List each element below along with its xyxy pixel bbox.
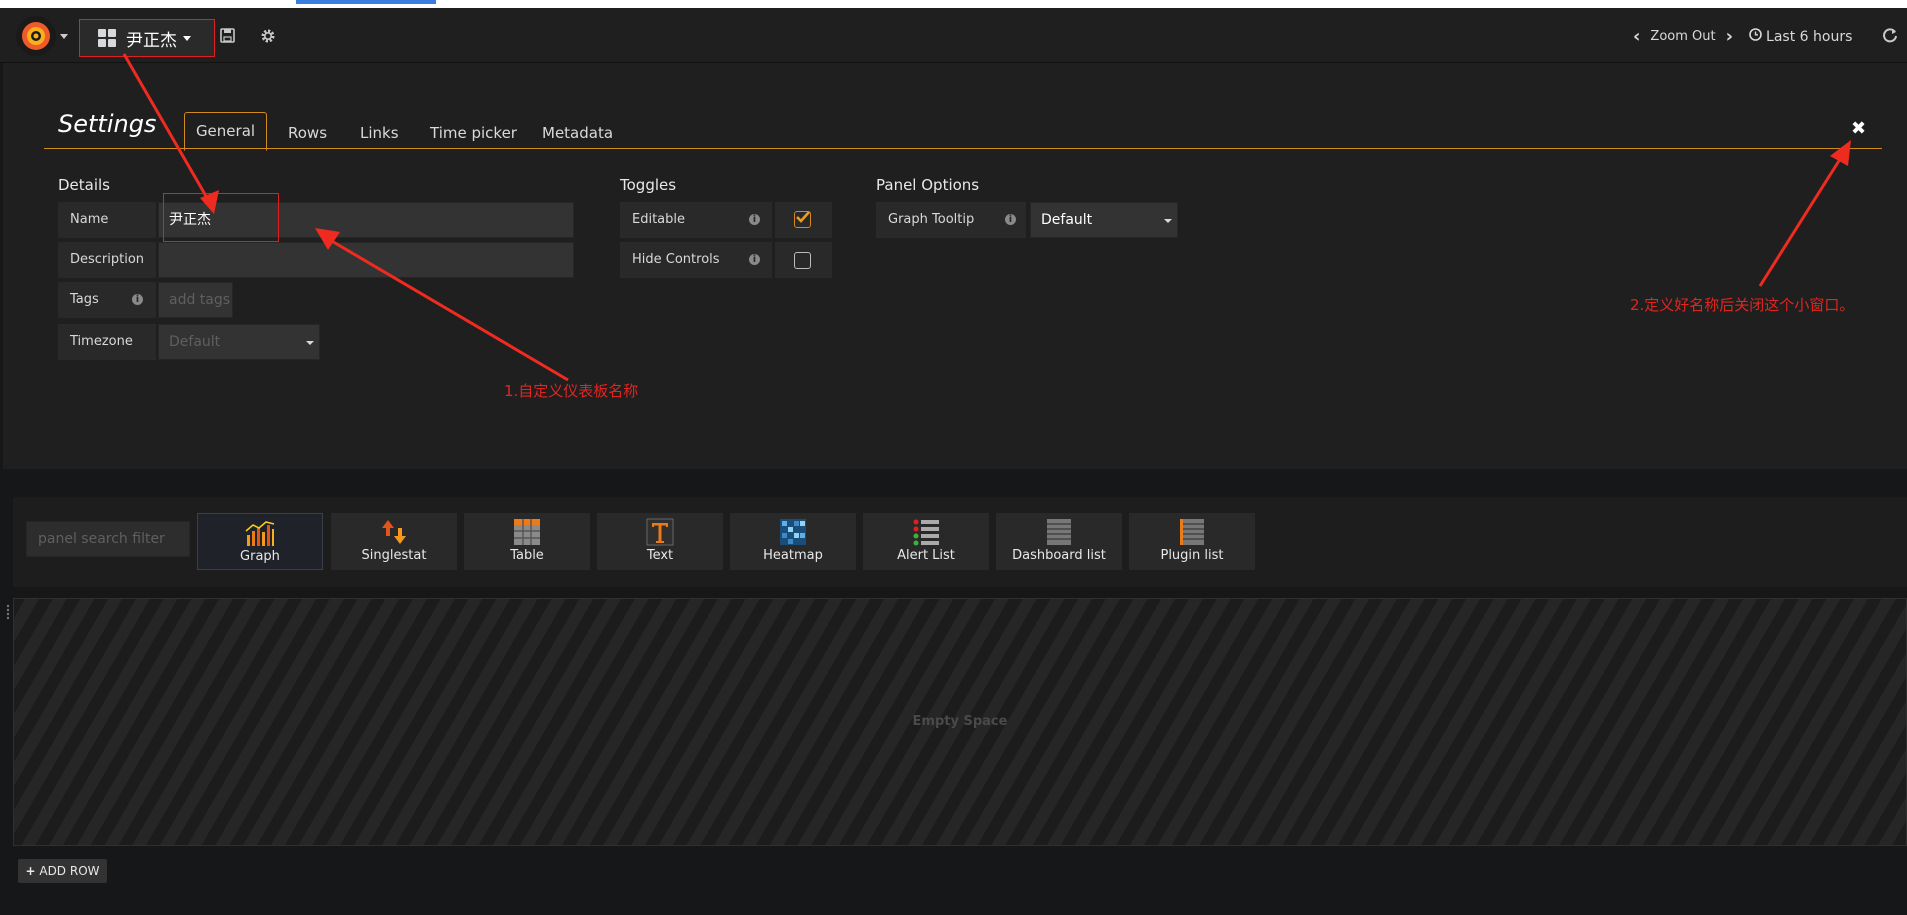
panel-type-table[interactable]: Table bbox=[464, 513, 590, 570]
chevron-down-icon bbox=[183, 35, 191, 41]
tab-time-picker[interactable]: Time picker bbox=[430, 118, 517, 148]
panel-label: Plugin list bbox=[1160, 548, 1224, 563]
tab-metadata[interactable]: Metadata bbox=[542, 118, 613, 148]
text-icon bbox=[645, 518, 675, 546]
dashboard-title-button[interactable]: 尹正杰 bbox=[79, 19, 215, 57]
panel-type-singlestat[interactable]: Singlestat bbox=[331, 513, 457, 570]
panel-label: Graph bbox=[240, 549, 280, 564]
name-highlight-box bbox=[163, 193, 279, 242]
panel-label: Dashboard list bbox=[1012, 548, 1106, 563]
plus-icon: + bbox=[25, 864, 36, 878]
logo-menu-caret[interactable] bbox=[60, 34, 68, 39]
panel-options-heading: Panel Options bbox=[876, 176, 980, 194]
dashboard-title: 尹正杰 bbox=[126, 30, 177, 51]
singlestat-icon bbox=[379, 518, 409, 546]
panel-label: Text bbox=[646, 548, 674, 563]
plugin-list-icon bbox=[1177, 518, 1207, 546]
panel-type-plugin-list[interactable]: Plugin list bbox=[1129, 513, 1255, 570]
time-controls: ‹ Zoom Out › Last 6 hours bbox=[1633, 26, 1852, 47]
dashboard-grid-icon bbox=[98, 29, 116, 47]
panel-label: Singlestat bbox=[361, 548, 427, 563]
description-label: Description bbox=[58, 242, 156, 278]
empty-space-label: Empty Space bbox=[912, 714, 1008, 729]
gear-icon[interactable] bbox=[260, 28, 276, 48]
editable-checkbox[interactable] bbox=[794, 211, 811, 228]
tab-links[interactable]: Links bbox=[360, 118, 399, 148]
hide-controls-checkbox[interactable] bbox=[794, 252, 811, 269]
info-icon: i bbox=[132, 294, 143, 305]
alert-list-icon bbox=[911, 518, 941, 546]
top-navbar: 尹正杰 ‹ Zoom Out › Last 6 hours bbox=[0, 8, 1907, 63]
heatmap-icon bbox=[778, 518, 808, 546]
graph-tooltip-label: Graph Tooltip bbox=[876, 202, 1026, 238]
toggles-heading: Toggles bbox=[620, 176, 677, 194]
name-label: Name bbox=[58, 202, 156, 238]
panel-type-heatmap[interactable]: Heatmap bbox=[730, 513, 856, 570]
panel-type-text[interactable]: Text bbox=[597, 513, 723, 570]
settings-title: Settings bbox=[58, 110, 157, 138]
zoom-out-button[interactable]: Zoom Out bbox=[1650, 29, 1715, 44]
info-icon: i bbox=[749, 254, 760, 265]
timezone-label: Timezone bbox=[58, 324, 156, 360]
annotation-note-2: 2.定义好名称后关闭这个小窗口。 bbox=[1630, 296, 1855, 314]
refresh-icon[interactable] bbox=[1882, 27, 1898, 47]
timezone-select[interactable]: Default bbox=[158, 324, 320, 360]
close-icon[interactable]: ✖ bbox=[1851, 118, 1866, 139]
graph-icon bbox=[245, 519, 275, 547]
description-input[interactable] bbox=[158, 242, 574, 278]
add-row-label: ADD ROW bbox=[39, 864, 100, 878]
graph-tooltip-select[interactable]: Default bbox=[1030, 202, 1178, 238]
panel-type-graph[interactable]: Graph bbox=[197, 513, 323, 570]
chevron-left-icon[interactable]: ‹ bbox=[1633, 26, 1640, 47]
add-row-button[interactable]: + ADD ROW bbox=[18, 859, 107, 883]
info-icon: i bbox=[1005, 214, 1016, 225]
panel-label: Heatmap bbox=[763, 548, 823, 563]
tab-general[interactable]: General bbox=[184, 112, 267, 151]
tab-rows[interactable]: Rows bbox=[288, 118, 327, 148]
annotation-note-1: 1.自定义仪表板名称 bbox=[504, 382, 639, 400]
table-icon bbox=[512, 518, 542, 546]
row-drag-handle[interactable] bbox=[6, 604, 10, 620]
browser-tab-indicator bbox=[296, 0, 436, 4]
details-heading: Details bbox=[58, 176, 111, 194]
panel-type-dashboard-list[interactable]: Dashboard list bbox=[996, 513, 1122, 570]
clock-icon bbox=[1749, 28, 1762, 45]
tags-input[interactable]: add tags bbox=[158, 282, 233, 318]
tags-label-text: Tags bbox=[70, 292, 99, 307]
chevron-down-icon bbox=[1164, 219, 1172, 223]
browser-top-strip bbox=[0, 0, 1907, 8]
chevron-right-icon[interactable]: › bbox=[1726, 26, 1733, 47]
panel-label: Alert List bbox=[897, 548, 955, 563]
time-range-picker[interactable]: Last 6 hours bbox=[1766, 29, 1852, 45]
empty-space-panel: Empty Space bbox=[13, 598, 1907, 846]
info-icon: i bbox=[749, 214, 760, 225]
panel-label: Table bbox=[510, 548, 544, 563]
grafana-logo-icon[interactable] bbox=[16, 16, 56, 56]
dashboard-list-icon bbox=[1044, 518, 1074, 546]
chevron-down-icon bbox=[306, 341, 314, 345]
save-icon[interactable] bbox=[220, 28, 235, 47]
panel-search-input[interactable]: panel search filter bbox=[26, 521, 190, 557]
tab-underline bbox=[44, 148, 1882, 149]
panel-type-alert-list[interactable]: Alert List bbox=[863, 513, 989, 570]
